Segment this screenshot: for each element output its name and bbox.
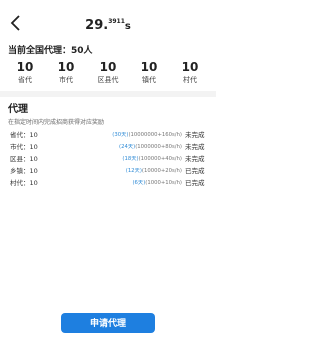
row-days: (30天) xyxy=(112,132,129,138)
row-label: 乡镇：10 xyxy=(10,167,38,175)
list-item: 乡镇：10 (12天)(10000+20s/h) 已完成 xyxy=(0,164,216,176)
stat-value: 10 xyxy=(181,60,199,74)
agent-level-stats: 10 省代 10 市代 10 区县代 10 镇代 10 村代 xyxy=(0,60,216,92)
row-days: (12天) xyxy=(125,168,142,174)
list-item: 省代：10 (30天)(10000000+160s/h) 未完成 xyxy=(0,128,216,140)
row-label: 市代：10 xyxy=(10,143,38,151)
row-days: (6天) xyxy=(132,180,146,186)
row-reward: (1000000+80s/h) xyxy=(135,144,182,150)
row-days: (24天) xyxy=(119,144,136,150)
row-status: 未完成 xyxy=(185,143,205,151)
row-reward: (1000+10s/h) xyxy=(145,180,182,186)
list-item: 市代：10 (24天)(1000000+80s/h) 未完成 xyxy=(0,140,216,152)
row-status: 已完成 xyxy=(185,167,205,175)
stat-value: 10 xyxy=(140,60,158,74)
row-info: (12天)(10000+20s/h) xyxy=(126,166,182,174)
row-label: 村代：10 xyxy=(10,179,38,187)
row-reward: (10000+20s/h) xyxy=(141,168,182,174)
countdown-timer: 29.3911s xyxy=(0,14,216,33)
stat-value: 10 xyxy=(99,60,117,74)
timer-fraction: 3911 xyxy=(108,18,125,25)
national-agent-value: 50人 xyxy=(71,46,93,56)
stat-district: 10 区县代 xyxy=(89,60,127,86)
row-status: 未完成 xyxy=(185,131,205,139)
row-info: (24天)(1000000+80s/h) xyxy=(119,142,182,150)
row-info: (30天)(10000000+160s/h) xyxy=(112,130,182,138)
row-status: 已完成 xyxy=(185,179,205,187)
national-agent-count: 当前全国代理：50人 xyxy=(8,43,93,56)
stat-label: 村代 xyxy=(183,76,197,84)
row-info: (18天)(100000+40s/h) xyxy=(122,154,182,162)
stat-town: 10 镇代 xyxy=(130,60,168,86)
stat-label: 区县代 xyxy=(97,76,119,84)
row-label: 省代：10 xyxy=(10,131,38,139)
row-info: (6天)(1000+10s/h) xyxy=(132,178,182,186)
agent-section-description: 在指定时间内完成招商获得对应奖励 xyxy=(8,119,105,126)
stat-city: 10 市代 xyxy=(47,60,85,86)
agent-target-list: 省代：10 (30天)(10000000+160s/h) 未完成 市代：10 (… xyxy=(0,128,216,188)
stat-label: 市代 xyxy=(59,76,73,84)
stat-value: 10 xyxy=(16,60,34,74)
list-item: 村代：10 (6天)(1000+10s/h) 已完成 xyxy=(0,176,216,188)
national-agent-label: 当前全国代理： xyxy=(8,46,72,56)
row-days: (18天) xyxy=(122,156,139,162)
apply-agent-button[interactable]: 申请代理 xyxy=(61,313,155,333)
row-status: 未完成 xyxy=(185,155,205,163)
section-divider xyxy=(0,91,216,97)
row-reward: (10000000+160s/h) xyxy=(128,132,182,138)
row-reward: (100000+40s/h) xyxy=(138,156,182,162)
stat-label: 镇代 xyxy=(142,76,156,84)
stat-value: 10 xyxy=(57,60,75,74)
top-bar: 29.3911s xyxy=(0,0,216,44)
stat-village: 10 村代 xyxy=(171,60,209,86)
timer-main: 29. xyxy=(85,18,109,33)
timer-unit: s xyxy=(124,21,131,32)
row-label: 区县：10 xyxy=(10,155,38,163)
stat-label: 省代 xyxy=(18,76,32,84)
list-item: 区县：10 (18天)(100000+40s/h) 未完成 xyxy=(0,152,216,164)
agent-section-title: 代理 xyxy=(8,104,28,115)
stat-province: 10 省代 xyxy=(6,60,44,86)
